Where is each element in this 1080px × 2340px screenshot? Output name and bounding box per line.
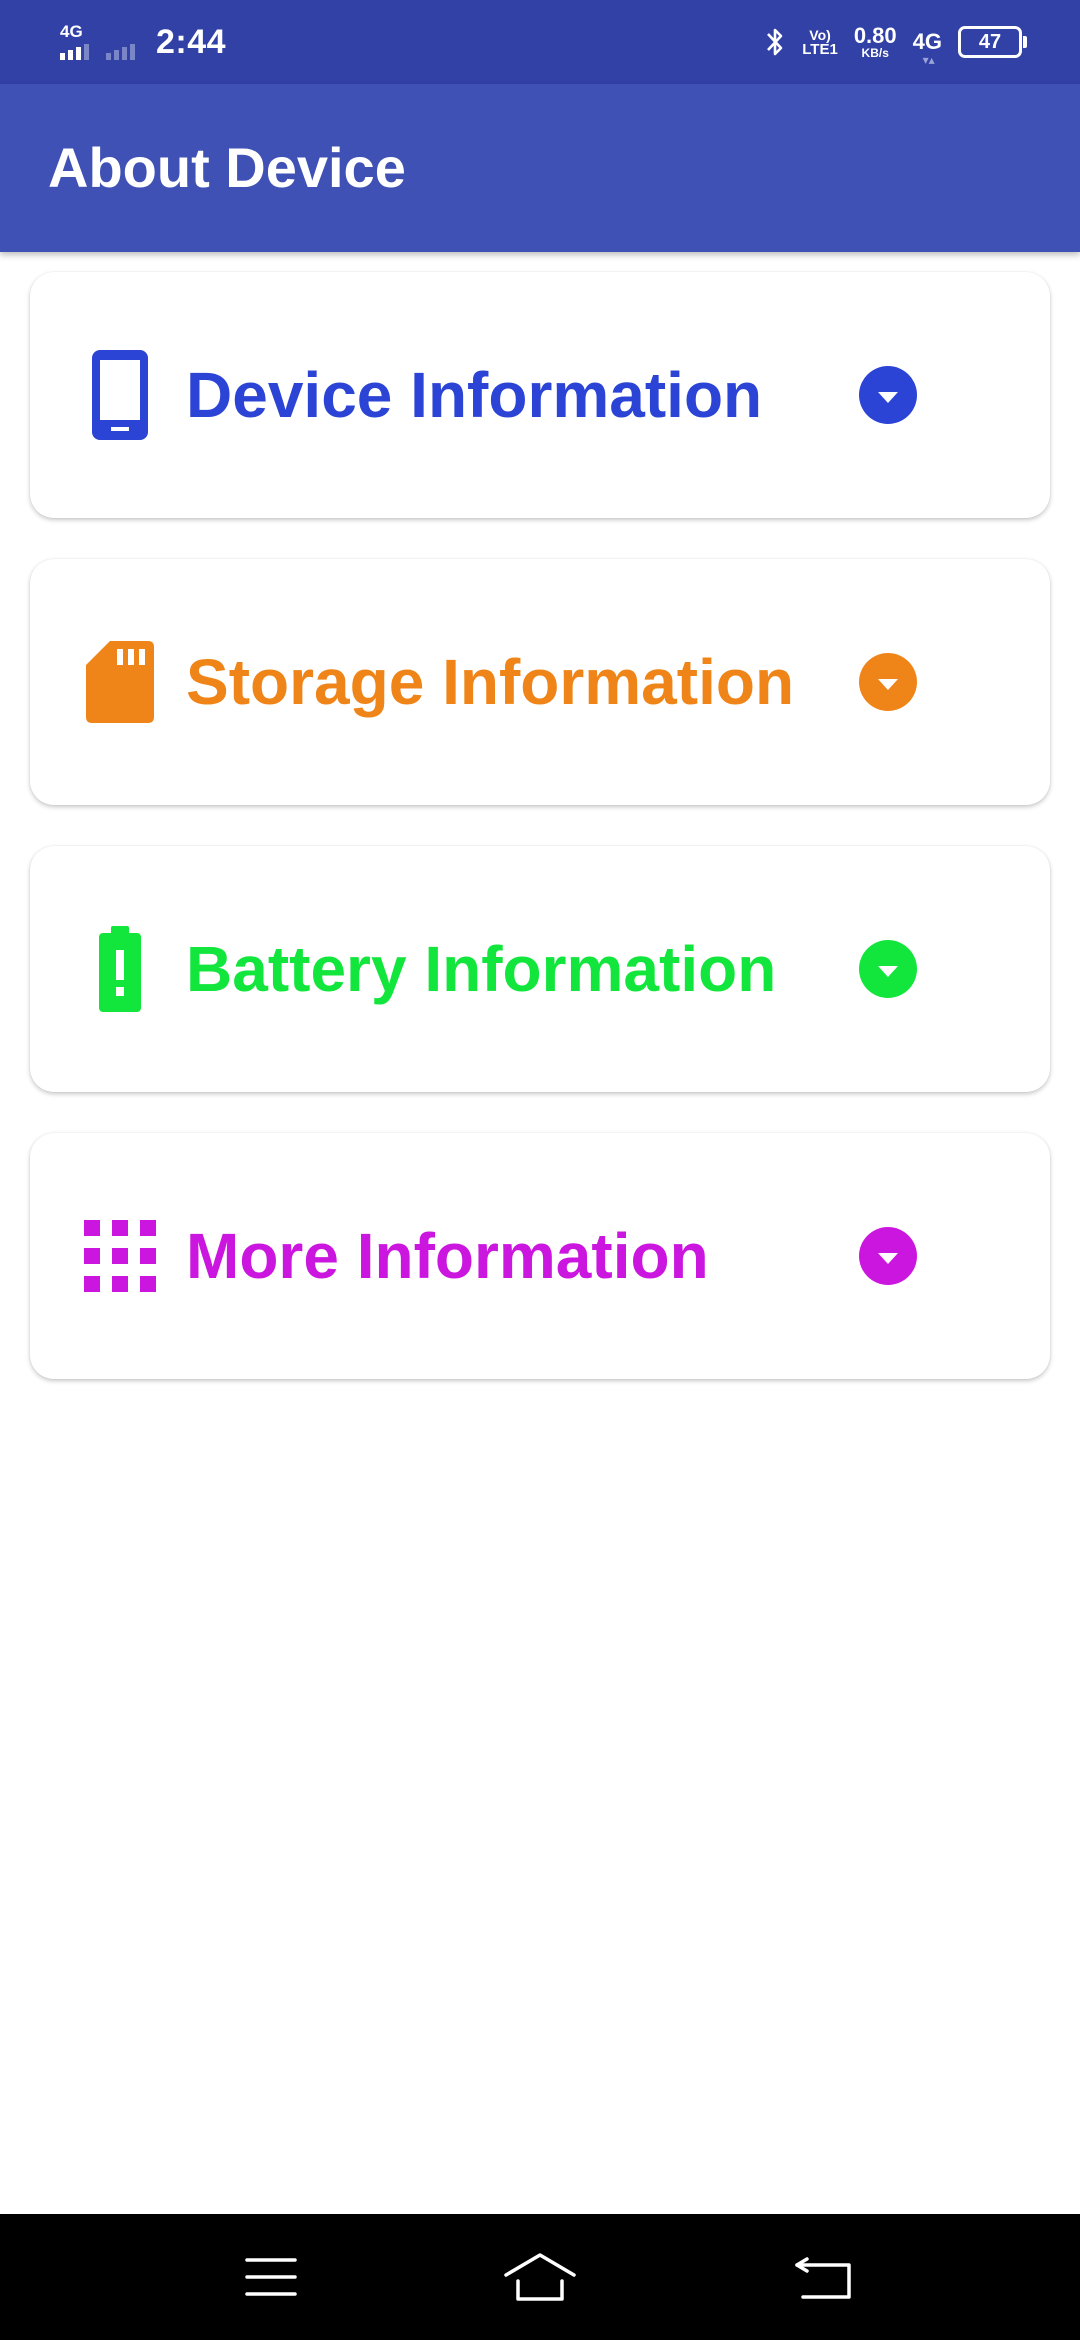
smartphone-icon (80, 345, 160, 445)
back-icon (795, 2257, 851, 2299)
device-information-card[interactable]: Device Information (30, 272, 1050, 518)
app-bar: About Device (0, 84, 1080, 252)
signal-sim2-icon (104, 22, 140, 62)
navigation-bar (0, 2214, 1080, 2340)
battery-icon: 47 (958, 26, 1027, 58)
bluetooth-icon (767, 28, 783, 56)
volte-top-label: Vo) (809, 26, 831, 43)
data-activity-icon: ▾▴ (922, 53, 935, 67)
storage-information-card[interactable]: Storage Information (30, 559, 1050, 805)
storage-information-title: Storage Information (186, 646, 795, 718)
battery-level: 47 (978, 30, 1002, 53)
battery-information-card[interactable]: Battery Information (30, 846, 1050, 1092)
sim1-network-label: 4G (60, 22, 83, 41)
network-speed: 0.80 KB/s (853, 23, 897, 60)
network-type-indicator: 4G ▾▴ (912, 29, 942, 67)
battery-information-title: Battery Information (186, 933, 777, 1005)
expand-storage-information-icon[interactable] (859, 653, 917, 711)
home-button[interactable] (495, 2234, 585, 2320)
battery-alert-icon (80, 919, 160, 1019)
status-left: 4G 2:44 (58, 18, 226, 66)
sd-card-icon (80, 632, 160, 732)
volte-indicator: Vo) LTE1 (802, 28, 838, 57)
more-information-card[interactable]: More Information (30, 1133, 1050, 1379)
status-right: Vo) LTE1 0.80 KB/s 4G ▾▴ 47 (764, 16, 1027, 68)
status-bar: 4G 2:44 Vo) LTE1 0.80 KB/s 4G ▾▴ 47 (0, 0, 1080, 84)
menu-button[interactable] (226, 2234, 316, 2320)
network-type-label: 4G (912, 29, 942, 54)
expand-more-information-icon[interactable] (859, 1227, 917, 1285)
back-button[interactable] (778, 2234, 868, 2320)
expand-device-information-icon[interactable] (859, 366, 917, 424)
apps-grid-icon (80, 1206, 160, 1306)
menu-icon (245, 2258, 297, 2296)
signal-sim1-icon: 4G (58, 22, 94, 62)
speed-unit: KB/s (861, 46, 889, 60)
device-information-title: Device Information (186, 359, 763, 431)
home-icon (504, 2253, 576, 2301)
more-information-title: More Information (186, 1220, 709, 1292)
volte-bottom-label: LTE1 (802, 40, 838, 58)
status-time: 2:44 (156, 22, 227, 61)
expand-battery-information-icon[interactable] (859, 940, 917, 998)
page-title: About Device (48, 136, 406, 199)
speed-value: 0.80 (853, 23, 897, 48)
